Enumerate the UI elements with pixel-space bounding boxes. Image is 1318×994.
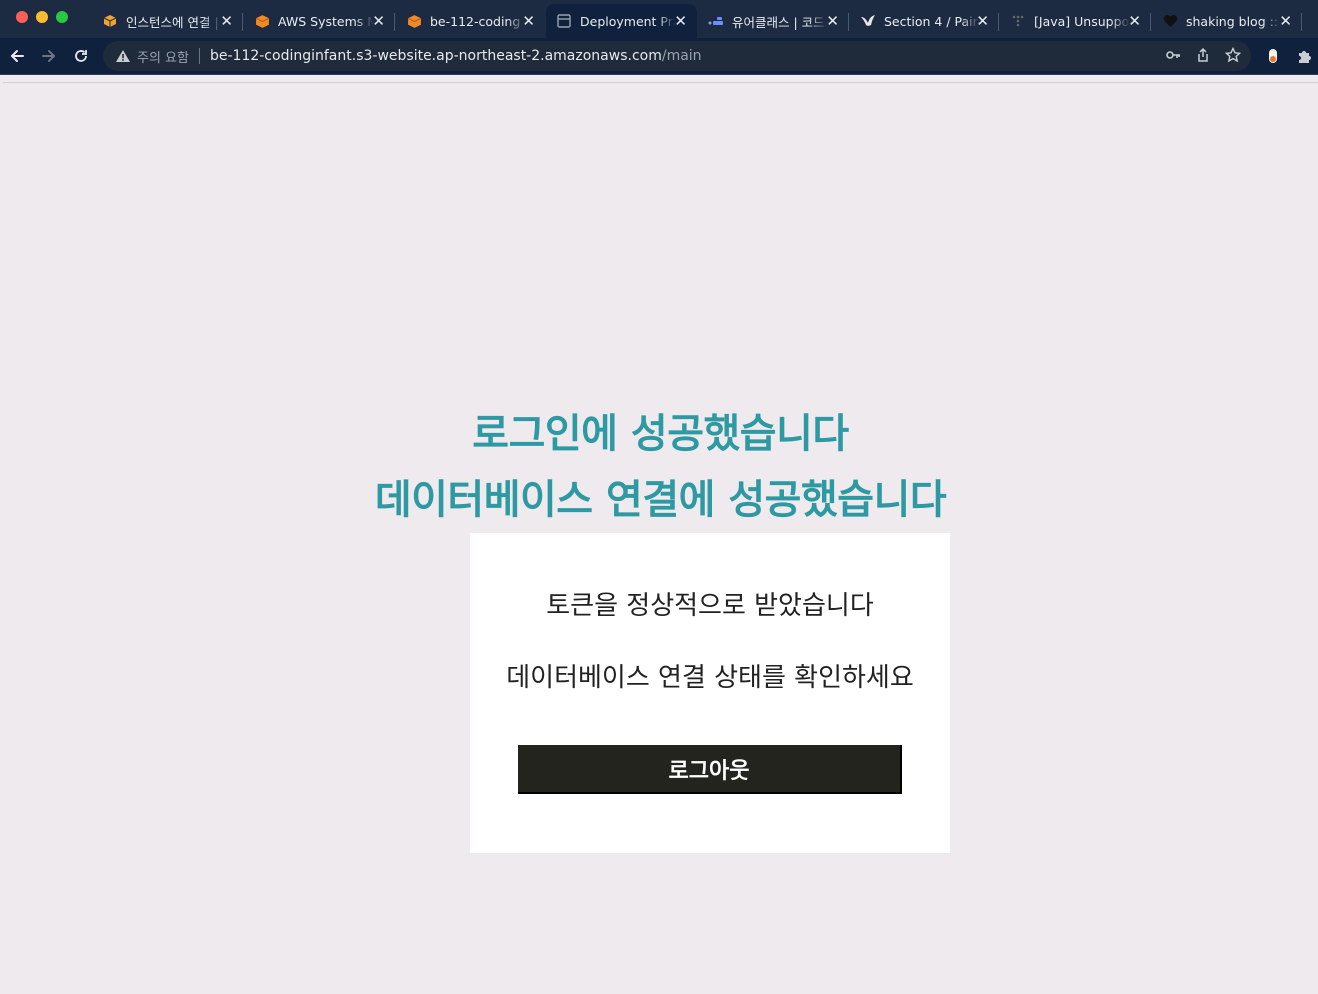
browser-tab[interactable]: shaking blog :: ✕ [1152,4,1302,38]
tab-title: Section 4 / Pair [884,13,978,29]
zoom-window-button[interactable] [56,11,68,23]
tab-title: 인스턴스에 연결 | E [126,14,222,30]
logout-button[interactable]: 로그아웃 [518,745,902,794]
status-card: 토큰을 정상적으로 받았습니다 데이터베이스 연결 상태를 확인하세요 로그아웃 [470,533,950,853]
tab-separator [998,13,999,31]
security-indicator[interactable]: 주의 요함 [115,47,189,66]
tab-separator [848,13,849,31]
url-path: /main [661,48,702,64]
page-frame-icon [556,13,572,29]
login-success-heading: 로그인에 성공했습니다 [472,411,849,457]
tab-title: be-112-coding [430,13,521,29]
warning-icon [116,50,130,62]
tab-title: AWS Systems M [278,13,374,29]
tab-separator [242,13,243,31]
reload-button[interactable] [71,46,91,66]
back-button[interactable] [7,46,27,66]
token-message: 토큰을 정상적으로 받았습니다 [546,591,874,621]
tab-title: Deployment Pra [580,13,676,29]
close-window-button[interactable] [16,11,28,23]
aws-cube-icon [406,13,422,29]
close-tab-icon[interactable]: ✕ [1128,13,1141,29]
minimize-window-button[interactable] [36,11,48,23]
close-tab-icon[interactable]: ✕ [1279,13,1292,29]
close-tab-icon[interactable]: ✕ [826,13,839,29]
arrow-right-icon [42,50,56,62]
db-success-heading: 데이터베이스 연결에 성공했습니다 [374,477,947,523]
aws-cube-icon [254,13,270,29]
address-bar[interactable]: 주의 요함 be-112-codinginfant.s3-website.ap-… [103,41,1251,71]
browser-tab[interactable]: [Java] Unsuppo ✕ [1000,4,1151,38]
dots-icon [708,13,724,29]
close-tab-icon[interactable]: ✕ [220,13,233,29]
browser-tab[interactable]: Deployment Pra ✕ [546,4,697,38]
omnibox-divider [198,48,200,64]
extensions-puzzle-icon[interactable] [1295,47,1313,65]
security-warning-label: 주의 요함 [137,50,189,66]
page-content: 로그인에 성공했습니다 데이터베이스 연결에 성공했습니다 토큰을 정상적으로 … [3,82,1318,994]
tab-separator [1301,13,1302,31]
tab-title: [Java] Unsuppo [1034,13,1130,29]
tab-title: 유어클래스 | 코드스 [732,14,828,30]
velog-icon [1010,13,1026,29]
aws-box-icon [102,13,118,29]
browser-tab[interactable]: be-112-coding ✕ [396,4,545,38]
browser-tab-strip: 인스턴스에 연결 | E ✕ AWS Systems M ✕ be-112-coding… [0,0,1318,38]
heart-icon [1162,13,1178,29]
forward-button[interactable] [39,46,59,66]
bird-icon [860,13,876,29]
tab-separator [1150,13,1151,31]
arrow-left-icon [10,50,24,62]
extension-capsule-icon[interactable] [1264,47,1282,65]
key-icon[interactable] [1165,47,1181,63]
tab-separator [394,13,395,31]
close-tab-icon[interactable]: ✕ [674,13,687,29]
close-tab-icon[interactable]: ✕ [976,13,989,29]
browser-toolbar: 주의 요함 be-112-codinginfant.s3-website.ap-… [0,38,1318,75]
reload-icon [75,50,87,62]
browser-tab[interactable]: 유어클래스 | 코드스 ✕ [698,4,849,38]
browser-tab[interactable]: Section 4 / Pair ✕ [850,4,999,38]
close-tab-icon[interactable]: ✕ [372,13,385,29]
db-check-message: 데이터베이스 연결 상태를 확인하세요 [506,663,914,693]
url-host: be-112-codinginfant.s3-website.ap-northe… [209,48,662,64]
close-tab-icon[interactable]: ✕ [522,13,535,29]
browser-tab[interactable]: 인스턴스에 연결 | E ✕ [92,4,243,38]
tab-title: shaking blog :: [1186,13,1279,29]
bookmark-star-icon[interactable] [1225,47,1241,63]
browser-tab[interactable]: AWS Systems M ✕ [244,4,395,38]
share-icon[interactable] [1195,47,1211,63]
